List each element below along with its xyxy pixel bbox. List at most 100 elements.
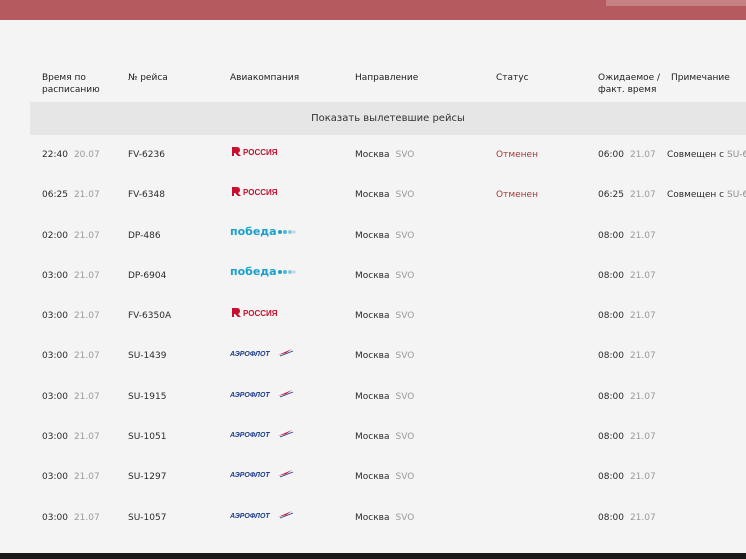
expected-date: 21.07 bbox=[629, 351, 656, 362]
scheduled-date: 20.07 bbox=[73, 150, 100, 160]
flight-number[interactable]: FV-6350A bbox=[128, 296, 171, 336]
expected-time-value: 06:00 bbox=[598, 150, 624, 160]
flight-row[interactable]: 03:00 21.07 SU-1915 АЭРОФЛОТ Москва SVO 08:00 2… bbox=[0, 377, 746, 417]
flight-number-link[interactable]: SU-1051 bbox=[128, 432, 166, 442]
note-linked-flight[interactable]: SU-63 bbox=[727, 190, 746, 200]
flight-number-link[interactable]: SU-1297 bbox=[128, 472, 166, 482]
direction: Москва SVO bbox=[355, 498, 414, 538]
direction-city: Москва bbox=[355, 512, 390, 523]
expected-time-value: 08:00 bbox=[598, 432, 624, 443]
expected-date: 21.07 bbox=[629, 432, 656, 443]
flight-number-link[interactable]: FV-6236 bbox=[128, 150, 165, 160]
flight-number-link[interactable]: FV-6348 bbox=[128, 190, 165, 200]
flights-table-body: 22:40 20.07 FV-6236 РОССИЯ Москва SVO Отменен 0… bbox=[0, 135, 746, 538]
logo-wordmark-text: РОССИЯ bbox=[243, 309, 278, 318]
rossiya-logo-icon: РОССИЯ bbox=[232, 308, 278, 318]
logo-wordmark-text: АЭРОФЛОТ bbox=[230, 432, 270, 439]
flight-row[interactable]: 06:25 21.07 FV-6348 РОССИЯ Москва SVO Отменен 0… bbox=[0, 175, 746, 215]
status: Отменен bbox=[496, 190, 538, 201]
direction: Москва SVO bbox=[355, 336, 414, 376]
direction-airport: SVO bbox=[395, 512, 415, 523]
note bbox=[667, 417, 746, 457]
flight-row[interactable]: 03:00 21.07 SU-1051 АЭРОФЛОТ Москва SVO 08:00 2… bbox=[0, 417, 746, 457]
scheduled-time: 02:00 21.07 bbox=[42, 216, 100, 256]
airline: РОССИЯ bbox=[230, 135, 290, 175]
airline: АЭРОФЛОТ bbox=[229, 377, 294, 417]
expected-date: 21.07 bbox=[629, 190, 656, 201]
direction-city: Москва bbox=[355, 230, 390, 241]
airline-logo: АЭРОФЛОТ bbox=[229, 417, 294, 457]
flight-number[interactable]: SU-1051 bbox=[128, 417, 166, 457]
flight-row[interactable]: 03:00 21.07 SU-1439 АЭРОФЛОТ Москва SVO 08:00 2… bbox=[0, 336, 746, 376]
expected-time: 08:00 21.07 bbox=[598, 216, 656, 256]
scheduled-date: 21.07 bbox=[73, 311, 100, 322]
flight-row[interactable]: 02:00 21.07 DP-486 победа Москва SVO 08:00 21.0… bbox=[0, 216, 746, 256]
scheduled-time: 03:00 21.07 bbox=[42, 296, 100, 336]
flight-number[interactable]: DP-486 bbox=[128, 216, 161, 256]
scheduled-time: 03:00 21.07 bbox=[42, 498, 100, 538]
airline-logo: победа bbox=[230, 256, 296, 296]
expected-date: 21.07 bbox=[629, 311, 656, 322]
flight-number[interactable]: SU-1057 bbox=[128, 498, 166, 538]
flight-row[interactable]: 03:00 21.07 FV-6350A РОССИЯ Москва SVO 08:00 21… bbox=[0, 296, 746, 336]
bottom-edge bbox=[0, 553, 746, 559]
flight-row[interactable]: 03:00 21.07 DP-6904 победа Москва SVO 08:00 21.… bbox=[0, 256, 746, 296]
direction-city: Москва bbox=[355, 432, 390, 443]
rossiya-logo-icon: РОССИЯ bbox=[232, 187, 278, 197]
direction: Москва SVO bbox=[355, 256, 414, 296]
note: Совмещен с SU-63 bbox=[667, 175, 746, 215]
direction-city: Москва bbox=[355, 190, 390, 201]
scheduled-time: 03:00 21.07 bbox=[42, 336, 100, 376]
status: Отменен bbox=[496, 150, 538, 160]
logo-wordmark-text: РОССИЯ bbox=[243, 148, 278, 157]
flight-row[interactable]: 03:00 21.07 SU-1297 АЭРОФЛОТ Москва SVO 08:00 2… bbox=[0, 457, 746, 497]
header-airline: Авиакомпания bbox=[230, 73, 300, 83]
direction: Москва SVO bbox=[355, 457, 414, 497]
pobeda-logo-icon: победа bbox=[230, 265, 296, 278]
flight-number-link[interactable]: DP-486 bbox=[128, 231, 161, 241]
flight-number[interactable]: SU-1915 bbox=[128, 377, 166, 417]
expected-time-value: 08:00 bbox=[598, 230, 624, 241]
expected-time: 06:25 21.07 bbox=[598, 175, 656, 215]
note: Совмещен с SU-62 bbox=[667, 135, 746, 175]
direction: Москва SVO bbox=[355, 175, 414, 215]
pobeda-logo-icon: победа bbox=[230, 225, 296, 238]
airline: РОССИЯ bbox=[230, 296, 290, 336]
flight-number-link[interactable]: SU-1439 bbox=[128, 351, 166, 361]
expected-date: 21.07 bbox=[629, 150, 656, 160]
flight-number-link[interactable]: FV-6350A bbox=[128, 311, 171, 321]
aeroflot-logo-icon: АЭРОФЛОТ bbox=[229, 349, 294, 358]
expected-time: 08:00 21.07 bbox=[598, 296, 656, 336]
scheduled-time-value: 03:00 bbox=[42, 472, 68, 483]
airline-logo: АЭРОФЛОТ bbox=[229, 498, 294, 538]
flight-row[interactable]: 03:00 21.07 SU-1057 АЭРОФЛОТ Москва SVO 08:00 2… bbox=[0, 498, 746, 538]
note bbox=[667, 377, 746, 417]
note bbox=[667, 256, 746, 296]
flight-number-link[interactable]: SU-1057 bbox=[128, 513, 166, 523]
scheduled-time: 06:25 21.07 bbox=[42, 175, 100, 215]
header-expected-time: Ожидаемое / факт. время bbox=[598, 73, 661, 95]
airline: АЭРОФЛОТ bbox=[229, 498, 294, 538]
flight-number[interactable]: DP-6904 bbox=[128, 256, 166, 296]
expected-time: 08:00 21.07 bbox=[598, 417, 656, 457]
note-linked-flight[interactable]: SU-62 bbox=[727, 150, 746, 160]
scheduled-time-value: 03:00 bbox=[42, 391, 68, 402]
flight-number[interactable]: FV-6236 bbox=[128, 135, 165, 175]
scheduled-time-value: 03:00 bbox=[42, 512, 68, 523]
flight-number[interactable]: SU-1439 bbox=[128, 336, 166, 376]
flight-number-link[interactable]: SU-1915 bbox=[128, 392, 166, 402]
flight-row[interactable]: 22:40 20.07 FV-6236 РОССИЯ Москва SVO Отменен 0… bbox=[0, 135, 746, 175]
flight-number[interactable]: SU-1297 bbox=[128, 457, 166, 497]
direction-city: Москва bbox=[355, 150, 390, 160]
scheduled-time: 03:00 21.07 bbox=[42, 256, 100, 296]
flight-number-link[interactable]: DP-6904 bbox=[128, 271, 166, 281]
flight-number[interactable]: FV-6348 bbox=[128, 175, 165, 215]
airline: АЭРОФЛОТ bbox=[229, 336, 294, 376]
direction: Москва SVO bbox=[355, 417, 414, 457]
direction: Москва SVO bbox=[355, 216, 414, 256]
direction-airport: SVO bbox=[395, 472, 415, 483]
show-departed-flights-button[interactable]: Показать вылетевшие рейсы bbox=[30, 102, 746, 135]
note bbox=[667, 216, 746, 256]
direction-airport: SVO bbox=[395, 311, 415, 322]
aeroflot-logo-icon: АЭРОФЛОТ bbox=[229, 470, 294, 479]
